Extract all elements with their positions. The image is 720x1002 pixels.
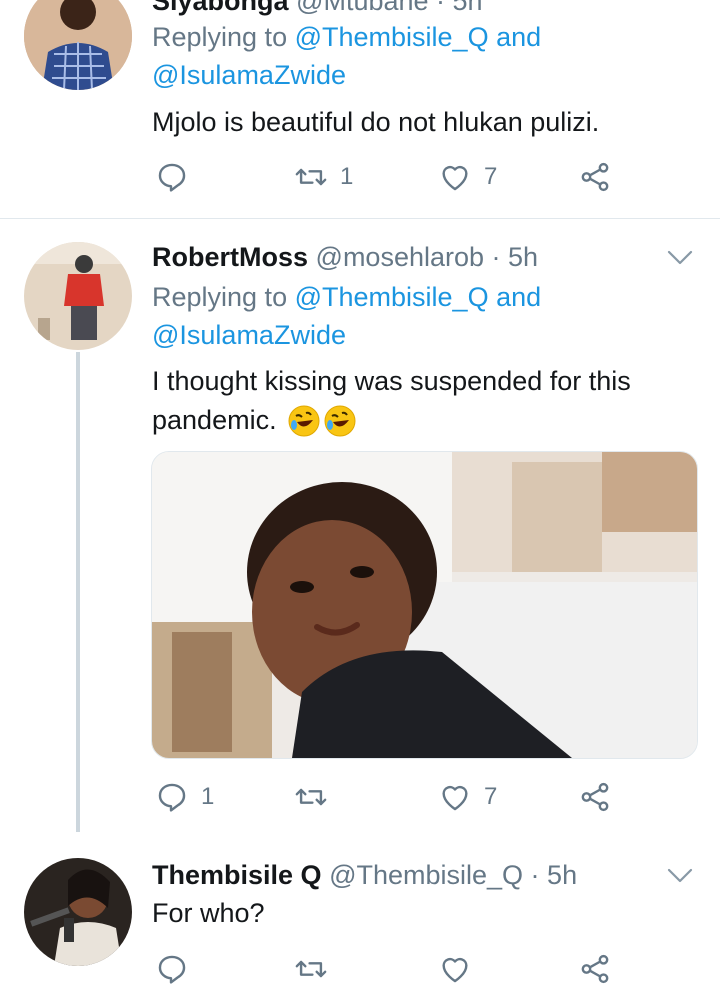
tweet-text-end: pandemic. [152, 405, 277, 435]
reply-count: 1 [201, 783, 215, 810]
rofl-emoji [288, 405, 320, 436]
retweet-count: 1 [340, 163, 354, 190]
replying-to-line2: @IsulamaZwide [152, 320, 346, 351]
avatar-robertmoss[interactable] [24, 242, 132, 350]
replying-to: Replying to @Thembisile_Q and [152, 22, 541, 53]
share-button[interactable] [578, 952, 612, 986]
reply-button[interactable] [155, 952, 189, 986]
share-button[interactable] [578, 160, 612, 194]
rofl-emoji [324, 405, 356, 436]
like-button[interactable] [438, 952, 472, 986]
separator: · [484, 242, 509, 272]
avatar-thembisile[interactable] [24, 858, 132, 966]
replying-label: Replying to [152, 282, 295, 312]
timestamp[interactable]: 5h [453, 0, 483, 16]
like-icon [442, 957, 468, 983]
tweet-header: Siyabonga @Mtubane · 5h [152, 0, 483, 17]
retweet-button[interactable] [294, 952, 328, 986]
tweet-text: Mjolo is beautiful do not hlukan pulizi. [152, 107, 600, 137]
display-name[interactable]: Siyabonga [152, 0, 289, 16]
user-handle[interactable]: @Mtubane [296, 0, 428, 16]
timestamp[interactable]: 5h [508, 242, 538, 272]
user-handle[interactable]: @Thembisile_Q [329, 860, 523, 890]
reply-button[interactable] [155, 160, 189, 194]
like-icon [442, 165, 468, 191]
replying-and: and [488, 282, 542, 312]
retweet-icon [295, 960, 327, 978]
like-button[interactable]: 7 [438, 160, 497, 194]
tweet-text: I thought kissing was suspended for this… [152, 362, 631, 440]
replying-to-line2: @IsulamaZwide [152, 60, 346, 91]
timestamp[interactable]: 5h [547, 860, 577, 890]
retweet-button[interactable] [294, 780, 328, 814]
tweet-header: Thembisile Q @Thembisile_Q · 5h [152, 860, 577, 891]
share-icon [581, 782, 609, 812]
mention-link[interactable]: @IsulamaZwide [152, 320, 346, 350]
reply-icon [158, 783, 186, 812]
chevron-down-icon[interactable] [667, 868, 693, 884]
retweet-button[interactable]: 1 [294, 160, 353, 194]
thread-line [76, 352, 80, 832]
mention-link[interactable]: @IsulamaZwide [152, 60, 346, 90]
replying-to: Replying to @Thembisile_Q and [152, 282, 541, 313]
tweet-text-line: pandemic. [152, 401, 631, 440]
share-icon [581, 954, 609, 984]
mention-link[interactable]: @Thembisile_Q [295, 22, 489, 52]
tweet-header: RobertMoss @mosehlarob · 5h [152, 242, 538, 273]
separator: · [428, 0, 453, 16]
tweet-divider [0, 218, 720, 219]
reply-button[interactable]: 1 [155, 780, 214, 814]
separator: · [523, 860, 548, 890]
share-icon [581, 162, 609, 192]
chevron-down-icon[interactable] [667, 250, 693, 266]
avatar-photo [24, 0, 132, 90]
reply-icon [158, 163, 186, 192]
share-button[interactable] [578, 780, 612, 814]
reply-icon [158, 955, 186, 984]
user-handle[interactable]: @mosehlarob [316, 242, 485, 272]
like-count: 7 [484, 783, 498, 810]
replying-label: Replying to [152, 22, 295, 52]
display-name[interactable]: Thembisile Q [152, 860, 322, 890]
replying-and: and [488, 22, 542, 52]
avatar-photo [24, 858, 132, 966]
like-icon [442, 785, 468, 811]
tweet-text: For who? [152, 898, 265, 928]
display-name[interactable]: RobertMoss [152, 242, 308, 272]
tweet-text-line: I thought kissing was suspended for this [152, 366, 631, 396]
child-photo [152, 452, 697, 758]
retweet-icon [295, 788, 327, 806]
like-count: 7 [484, 163, 498, 190]
tweet-image[interactable] [151, 451, 698, 759]
avatar-photo [24, 242, 132, 350]
mention-link[interactable]: @Thembisile_Q [295, 282, 489, 312]
retweet-icon [295, 168, 327, 186]
like-button[interactable]: 7 [438, 780, 497, 814]
avatar-siyabonga[interactable] [24, 0, 132, 90]
